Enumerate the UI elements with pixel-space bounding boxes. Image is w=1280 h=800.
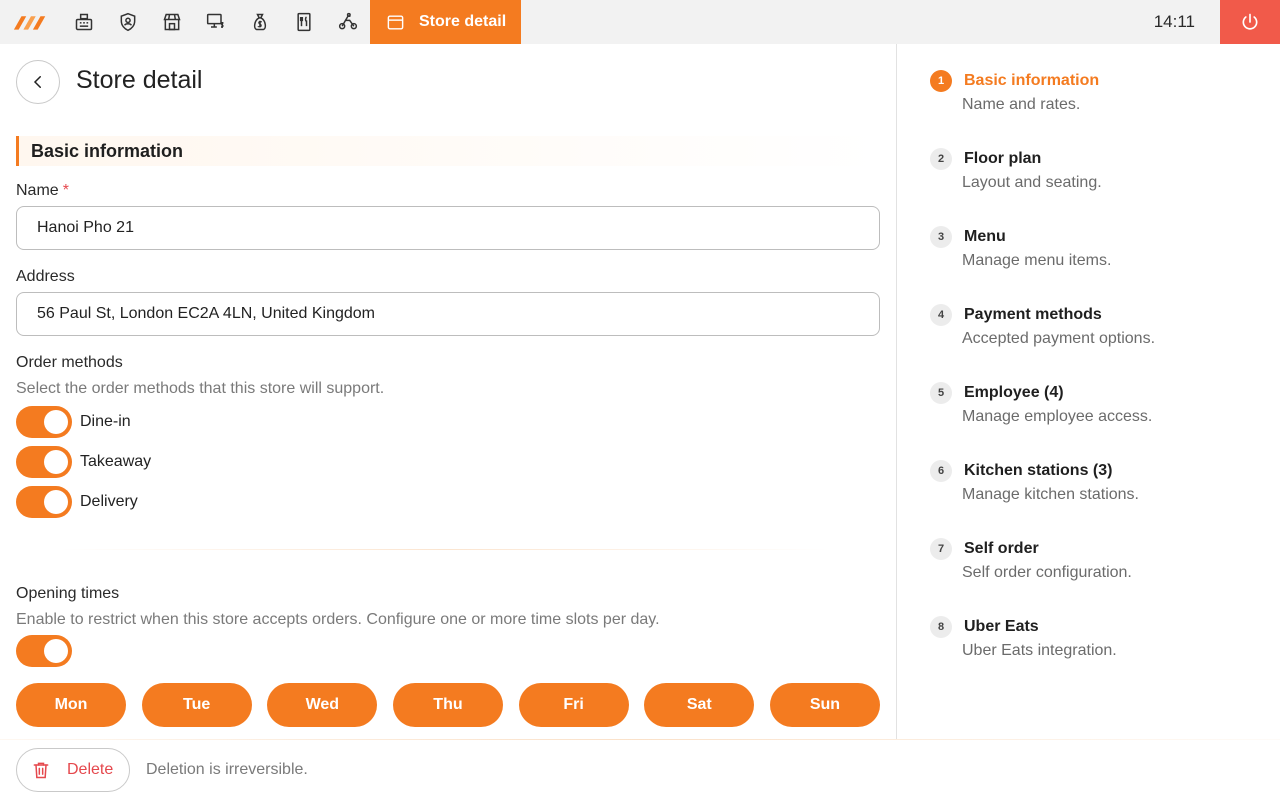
- clock: 14:11: [1153, 12, 1195, 31]
- menu-card-icon: [297, 12, 311, 32]
- address-input[interactable]: [16, 292, 880, 336]
- delete-label: Delete: [67, 761, 114, 778]
- shield-user-icon: [120, 12, 136, 32]
- step-subtitle: Manage kitchen stations.: [962, 486, 1139, 503]
- vertical-divider: [896, 44, 897, 739]
- nav-delivery[interactable]: [326, 0, 370, 44]
- power-icon: [1242, 13, 1258, 30]
- window-icon: [387, 14, 404, 30]
- top-bar: Store detail 14:11: [0, 0, 1280, 44]
- day-selector: Mon Tue Wed Thu Fri Sat Sun: [16, 683, 880, 727]
- day-thu-button[interactable]: Thu: [392, 683, 503, 727]
- page-title: Store detail: [76, 66, 203, 94]
- chevron-left-icon: [33, 76, 41, 88]
- main-content: Store detail Basic information Name* Add…: [0, 44, 896, 800]
- step-number: 6: [930, 460, 952, 482]
- delete-button[interactable]: Delete: [16, 748, 130, 792]
- back-button[interactable]: [16, 60, 60, 104]
- money-bag-icon: [253, 13, 267, 31]
- tab-store-detail[interactable]: Store detail: [370, 0, 521, 44]
- section-title: Basic information: [31, 140, 184, 161]
- section-divider: [60, 549, 830, 550]
- step-number: 5: [930, 382, 952, 404]
- order-method-dine-in: Dine-in: [16, 406, 131, 438]
- delete-note: Deletion is irreversible.: [146, 761, 308, 778]
- order-methods-label: Order methods: [16, 354, 123, 371]
- takeaway-label: Takeaway: [80, 453, 152, 470]
- cash-register-icon: [75, 13, 93, 31]
- nav-finance[interactable]: [238, 0, 282, 44]
- step-title: Uber Eats: [964, 618, 1039, 635]
- footer-divider: [0, 739, 1280, 740]
- step-subtitle: Name and rates.: [962, 96, 1081, 113]
- step-subtitle: Layout and seating.: [962, 174, 1102, 191]
- day-mon-button[interactable]: Mon: [16, 683, 126, 727]
- order-methods-hint: Select the order methods that this store…: [16, 380, 385, 397]
- delivery-label: Delivery: [80, 493, 138, 510]
- nav-stores[interactable]: [150, 0, 194, 44]
- step-title: Basic information: [964, 72, 1100, 89]
- step-subtitle: Self order configuration.: [962, 564, 1132, 581]
- trash-icon: [33, 762, 49, 779]
- nav-pos[interactable]: [194, 0, 238, 44]
- logout-button[interactable]: [1220, 0, 1280, 44]
- day-wed-button[interactable]: Wed: [267, 683, 378, 727]
- delivery-toggle[interactable]: [16, 486, 72, 518]
- step-subtitle: Uber Eats integration.: [962, 642, 1117, 659]
- store-icon: [163, 13, 181, 31]
- required-marker: *: [62, 182, 69, 199]
- pos-terminal-icon: [206, 13, 224, 28]
- name-input[interactable]: [16, 206, 880, 250]
- opening-times-toggle[interactable]: [16, 635, 72, 667]
- takeaway-toggle[interactable]: [16, 446, 72, 478]
- order-method-takeaway: Takeaway: [16, 446, 151, 478]
- step-title: Floor plan: [964, 150, 1042, 167]
- delivery-bike-icon: [338, 12, 358, 30]
- day-tue-button[interactable]: Tue: [141, 683, 252, 727]
- step-subtitle: Manage menu items.: [962, 252, 1112, 269]
- step-title: Menu: [964, 228, 1006, 245]
- step-number: 2: [930, 148, 952, 170]
- day-fri-button[interactable]: Fri: [518, 683, 629, 727]
- step-title: Self order: [964, 540, 1039, 557]
- opening-times-label: Opening times: [16, 585, 120, 602]
- order-method-delivery: Delivery: [16, 486, 138, 518]
- name-label: Name *: [16, 182, 69, 200]
- step-number: 7: [930, 538, 952, 560]
- tab-label: Store detail: [419, 13, 507, 30]
- opening-times-hint: Enable to restrict when this store accep…: [16, 611, 660, 628]
- step-title: Employee (4): [964, 384, 1064, 401]
- nav-security[interactable]: [106, 0, 150, 44]
- step-number: 4: [930, 304, 952, 326]
- logo-icon: [13, 16, 46, 30]
- step-subtitle: Accepted payment options.: [962, 330, 1156, 347]
- nav-cash-register[interactable]: [62, 0, 106, 44]
- dine-in-label: Dine-in: [80, 413, 131, 430]
- address-label: Address: [16, 268, 75, 285]
- nav-menu[interactable]: [282, 0, 326, 44]
- app-logo[interactable]: [0, 0, 62, 44]
- name-label-text: Name: [16, 182, 59, 199]
- day-sat-button[interactable]: Sat: [644, 683, 755, 727]
- dine-in-toggle[interactable]: [16, 406, 72, 438]
- opening-times-toggle-row: [16, 635, 72, 667]
- step-number: 1: [930, 70, 952, 92]
- step-title: Kitchen stations (3): [964, 462, 1113, 479]
- step-subtitle: Manage employee access.: [962, 408, 1153, 425]
- section-heading-basic-information: Basic information: [16, 136, 880, 166]
- day-sun-button[interactable]: Sun: [769, 683, 880, 727]
- step-title: Payment methods: [964, 306, 1102, 323]
- step-number: 8: [930, 616, 952, 638]
- step-number: 3: [930, 226, 952, 248]
